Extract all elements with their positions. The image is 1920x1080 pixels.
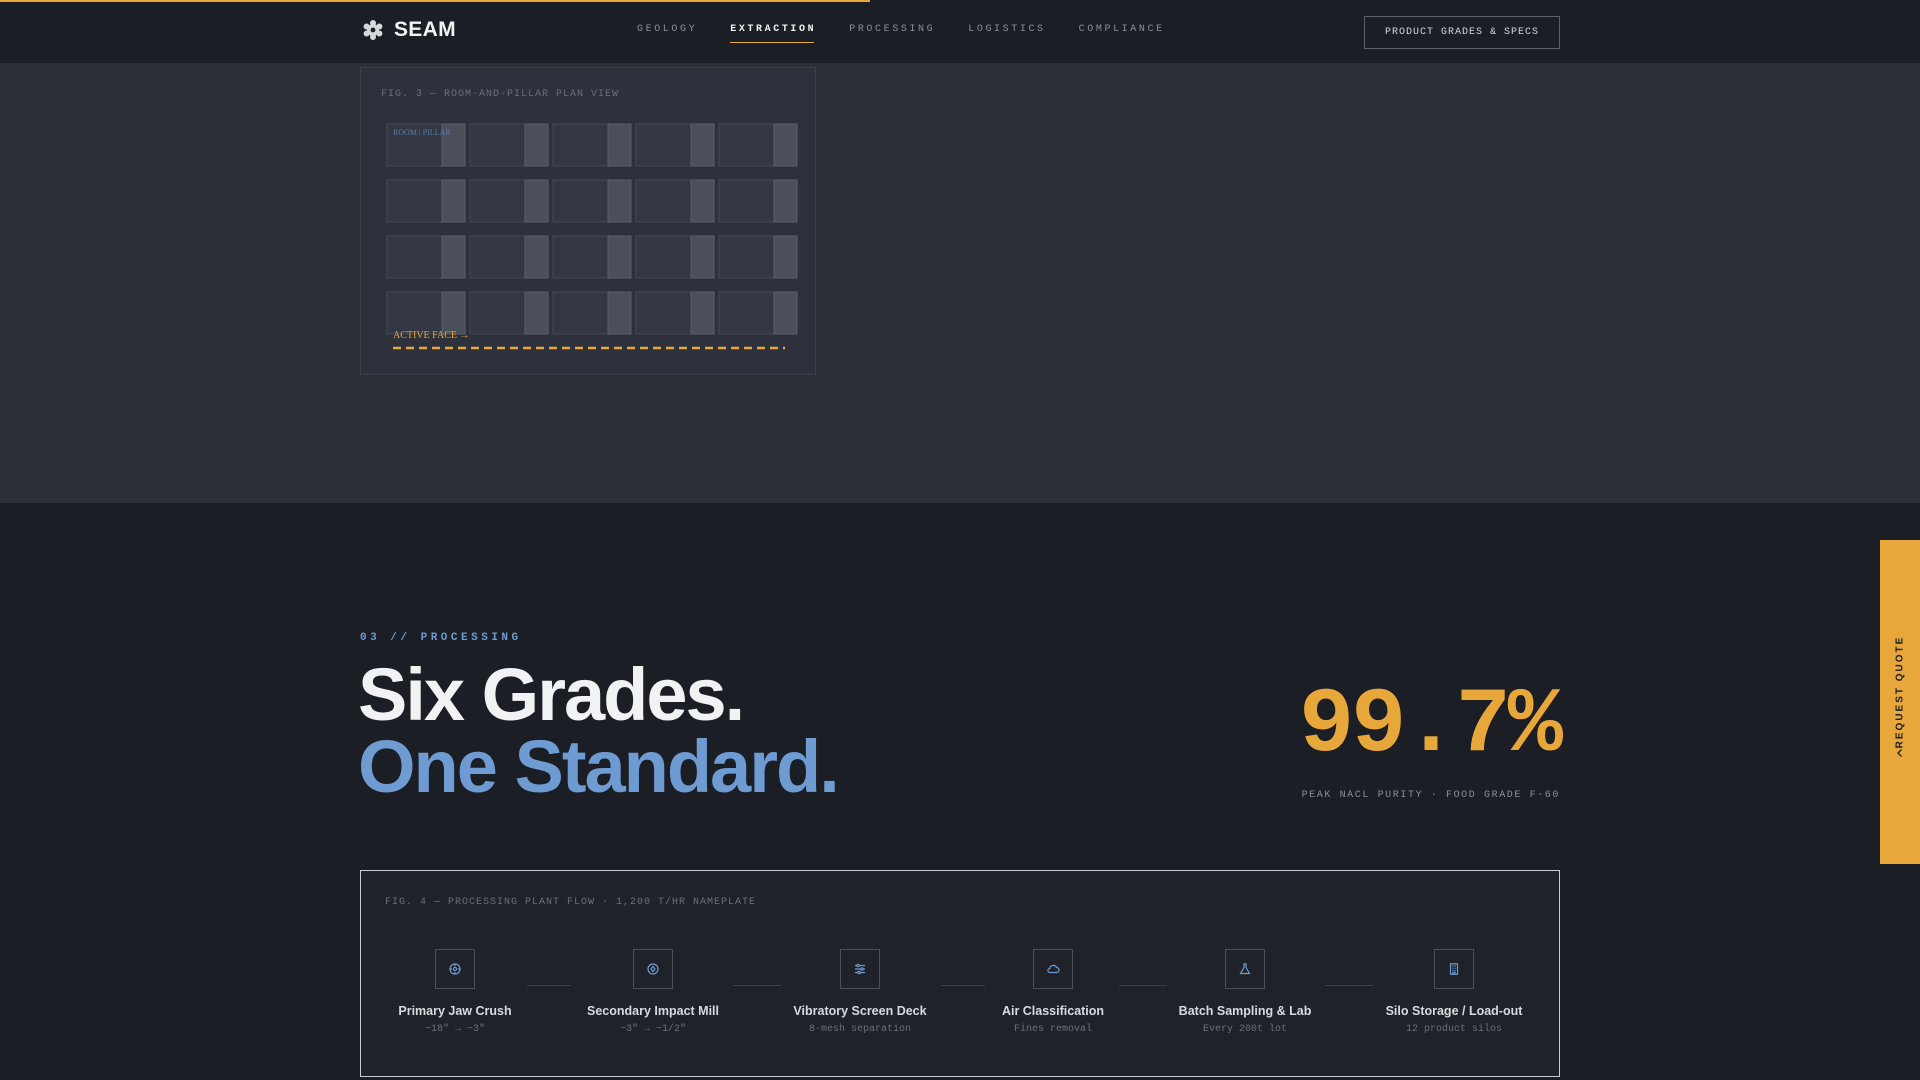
pillar-block [441,235,466,279]
flow-step-subtitle: Every 200t lot [1202,1024,1287,1035]
pillar-block [690,291,715,335]
flow-step-silo-storage: Silo Storage / Load-out 12 product silos [1364,949,1544,1035]
nav-links: GEOLOGY EXTRACTION PROCESSING LOGISTICS … [637,24,1198,43]
flow-step-screen-deck: Vibratory Screen Deck 8-mesh separation [770,949,950,1035]
processing-flow-figure: FIG. 4 — PROCESSING PLANT FLOW · 1,200 T… [360,870,1560,1077]
flow-step-title: Air Classification [1001,1004,1105,1018]
top-navigation: SEAM GEOLOGY EXTRACTION PROCESSING LOGIS… [0,0,1920,64]
nav-link-logistics[interactable]: LOGISTICS [968,24,1045,43]
flow-step-title: Batch Sampling & Lab [1178,1004,1312,1018]
nav-link-compliance[interactable]: COMPLIANCE [1079,24,1165,43]
building-icon [1434,949,1474,989]
product-grades-button[interactable]: PRODUCT GRADES & SPECS [1364,16,1560,49]
flow-connector [1325,985,1373,986]
purity-caption: PEAK NACL PURITY · FOOD GRADE F-60 [1301,790,1560,801]
flow-connector [941,985,985,986]
crusher-icon [435,949,475,989]
pillar-block [690,179,715,223]
request-quote-label: REQUEST QUOTE [1894,635,1906,749]
active-face-label: ACTIVE FACE → [393,330,469,341]
room-pillar-diagram: ROOM | PILLAR ACTIVE FACE → [386,123,798,350]
brand-name: SEAM [394,18,456,41]
processing-headline: Six Grades. One Standard. [358,653,840,808]
nav-link-geology[interactable]: GEOLOGY [637,24,697,43]
nav-link-processing[interactable]: PROCESSING [849,24,935,43]
salt-crystal-icon [363,20,383,40]
fig3-label: FIG. 3 — ROOM-AND-PILLAR PLAN VIEW [381,89,620,100]
pillar-block [773,179,798,223]
sliders-icon [840,949,880,989]
pillar-block [690,235,715,279]
pillar-block [607,123,632,167]
flow-step-title: Vibratory Screen Deck [793,1004,927,1018]
flow-connector [527,985,571,986]
room-and-pillar-figure: ROOM | PILLAR ACTIVE FACE → FIG. 3 — ROOM… [360,67,816,375]
pillar-block [441,179,466,223]
flow-step-batch-sampling: Batch Sampling & Lab Every 200t lot [1155,949,1335,1035]
flow-step-title: Secondary Impact Mill [587,1004,719,1018]
pillar-block [524,123,549,167]
pillar-block [773,235,798,279]
scroll-progress-bar [0,0,870,2]
flow-connector [1119,985,1167,986]
pillar-block [441,291,466,335]
pillar-block [524,235,549,279]
flow-step-subtitle: ~3" → ~1/2" [619,1024,686,1035]
extraction-section: ROOM | PILLAR ACTIVE FACE → FIG. 3 — ROOM… [0,64,1920,503]
pillar-block [690,123,715,167]
chevron-left-icon [1897,749,1902,757]
flow-step-subtitle: 8-mesh separation [808,1024,912,1035]
flask-icon [1225,949,1265,989]
cloud-icon [1033,949,1073,989]
processing-section-label: 03 // PROCESSING [360,632,522,644]
flow-connector [733,985,781,986]
pillar-block [607,291,632,335]
flow-step-title: Primary Jaw Crush [398,1004,512,1018]
purity-stat: 99.7% PEAK NACL PURITY · FOOD GRADE F-60 [1298,673,1563,802]
request-quote-tab[interactable]: REQUEST QUOTE [1880,540,1920,864]
room-pillar-label: ROOM | PILLAR [393,128,451,137]
pillar-block [524,179,549,223]
pillar-block [607,179,632,223]
nav-link-extraction[interactable]: EXTRACTION [730,24,816,43]
flow-step-jaw-crush: Primary Jaw Crush ~18" → ~3" [365,949,545,1035]
flow-step-subtitle: 12 product silos [1405,1024,1502,1035]
pillar-block [773,291,798,335]
flow-step-subtitle: Fines removal [1013,1024,1092,1035]
brand-logo[interactable]: SEAM [362,18,456,42]
pillar-block [524,291,549,335]
headline-line-2: One Standard. [358,725,840,808]
flow-steps: Primary Jaw Crush ~18" → ~3" Secondary I… [361,949,1559,1049]
fig4-label: FIG. 4 — PROCESSING PLANT FLOW · 1,200 T… [385,897,757,908]
flow-step-subtitle: ~18" → ~3" [424,1024,485,1035]
flow-step-title: Silo Storage / Load-out [1385,1004,1523,1018]
mill-icon [633,949,673,989]
pillar-block [773,123,798,167]
flow-step-air-classification: Air Classification Fines removal [963,949,1143,1035]
pillar-block [607,235,632,279]
flow-step-impact-mill: Secondary Impact Mill ~3" → ~1/2" [563,949,743,1035]
purity-value: 99.7% [1298,673,1563,778]
headline-line-1: Six Grades. [358,653,745,736]
